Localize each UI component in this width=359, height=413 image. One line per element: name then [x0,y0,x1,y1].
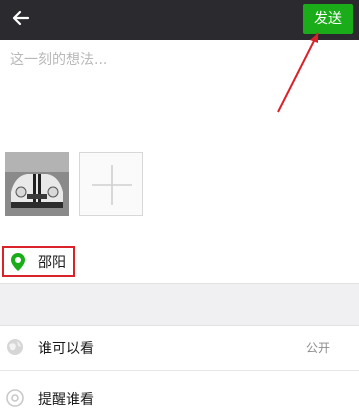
who-can-see-row[interactable]: 谁可以看 公开 [0,326,359,368]
plus-icon [92,165,132,205]
back-arrow-icon [12,10,30,26]
who-can-see-label: 谁可以看 [38,341,94,357]
location-pin-icon [11,253,25,271]
post-text-input[interactable]: 这一刻的想法... [10,49,107,69]
globe-icon [7,339,23,355]
back-button[interactable] [0,0,36,36]
top-bar: 发送 [0,0,359,40]
add-photo-button[interactable] [79,152,143,216]
visibility-value: 公开 [305,341,330,355]
car-photo-icon [5,152,69,216]
photo-thumbnail[interactable] [5,152,69,216]
location-row[interactable]: 邵阳 [0,246,359,280]
location-label: 邵阳 [38,255,66,271]
remind-who-row[interactable]: 提醒谁看 [0,371,359,413]
send-button[interactable]: 发送 [303,4,353,34]
at-icon [6,389,24,407]
section-divider [0,283,359,326]
remind-who-label: 提醒谁看 [38,392,94,408]
